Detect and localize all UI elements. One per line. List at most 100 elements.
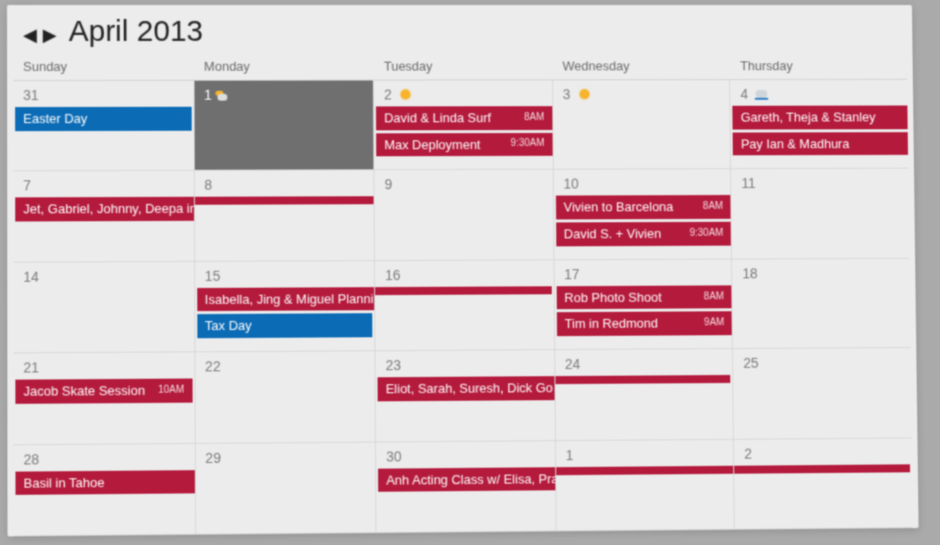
day-number-row: 28 — [13, 446, 194, 470]
calendar-event[interactable]: Eliot, Sarah, Suresh, Dick Go Sky Diving — [378, 376, 555, 401]
day-cell[interactable]: 10 Vivien to Barcelona8AM David S. + Vivie… — [554, 170, 733, 261]
calendar-event[interactable]: Vivien to Barcelona8AM — [556, 195, 731, 219]
day-number-row: 2 — [734, 440, 912, 463]
day-number: 22 — [205, 358, 221, 374]
calendar-event[interactable]: Basil in Tahoe — [15, 470, 194, 495]
day-number: 11 — [741, 175, 755, 191]
day-cell[interactable]: 7Jet, Gabriel, Johnny, Deepa in Santa Cr… — [13, 171, 195, 262]
weekday-header: Tuesday — [374, 55, 553, 81]
event-label: Tax Day — [205, 318, 252, 334]
event-time: 8AM — [703, 201, 723, 213]
calendar-event[interactable]: Anh Acting Class w/ Elisa, Prashant, Jus… — [378, 467, 555, 492]
day-number: 30 — [386, 448, 402, 464]
day-number: 17 — [564, 266, 579, 282]
day-cell[interactable]: 2 David & Linda Surf8AM Max Deployment 9:30… — [374, 80, 554, 170]
calendar-event[interactable]: Gareth, Theja & Stanley — [733, 105, 908, 129]
day-cell[interactable]: 30 Anh Acting Class w/ Elisa, Prashant, J… — [376, 441, 556, 533]
day-cell[interactable]: 11 — [731, 169, 909, 259]
day-number-row: 23 — [376, 352, 555, 375]
event-label: Gareth, Theja & Stanley — [741, 110, 876, 126]
weekday-header: Wednesday — [553, 54, 731, 80]
calendar-event[interactable] — [556, 465, 734, 474]
day-number: 10 — [563, 176, 578, 192]
day-number-row: 24 — [555, 351, 733, 374]
day-cell[interactable]: 1 — [194, 81, 374, 172]
calendar-event[interactable] — [734, 464, 910, 473]
calendar-event[interactable]: Tim in Redmond9AM — [557, 312, 732, 337]
next-month-button[interactable]: ▶ — [41, 24, 59, 46]
calendar-event[interactable]: Max Deployment 9:30AM — [376, 133, 552, 157]
calendar-event[interactable]: Pay Ian & Madhura — [733, 132, 908, 156]
event-label: Pay Ian & Madhura — [741, 136, 850, 152]
day-number-row: 14 — [13, 264, 194, 287]
event-label: Easter Day — [23, 111, 87, 127]
event-time: 9AM — [704, 317, 724, 329]
prev-month-button[interactable]: ◀ — [21, 24, 39, 46]
day-number: 29 — [205, 449, 221, 465]
day-number: 2 — [384, 87, 392, 103]
calendar-event[interactable] — [555, 375, 730, 384]
day-number: 18 — [742, 265, 757, 281]
day-cell[interactable]: 17 Rob Photo Shoot8AM Tim in Redmond9AM — [554, 259, 733, 350]
day-cell[interactable]: 4 Gareth, Theja & Stanley Pay Ian & Madhur… — [730, 80, 908, 170]
day-cell[interactable]: 25 — [733, 348, 911, 439]
event-time: 9:30AM — [690, 228, 724, 240]
day-cell[interactable]: 8 — [194, 171, 375, 262]
calendar-event[interactable]: Jet, Gabriel, Johnny, Deepa in Santa Cru… — [15, 197, 193, 221]
day-cell[interactable]: 22 — [195, 351, 376, 443]
day-number: 1 — [204, 87, 212, 103]
day-number-row: 2 — [374, 82, 552, 104]
calendar-event[interactable]: David & Linda Surf8AM — [376, 106, 552, 130]
calendar-event[interactable]: Isabella, Jing & Miguel Planning Session — [197, 287, 375, 312]
day-number: 3 — [563, 86, 571, 102]
day-cell[interactable]: 31 Easter Day — [13, 81, 194, 172]
day-number: 21 — [23, 360, 39, 376]
day-number-row: 17 — [554, 261, 731, 284]
event-time: 8AM — [524, 112, 544, 124]
day-number: 1 — [566, 447, 574, 463]
day-number-row: 11 — [731, 171, 908, 193]
day-number-row: 21 — [13, 355, 194, 378]
calendar-event[interactable] — [195, 197, 374, 206]
day-cell[interactable]: 16 — [375, 260, 555, 351]
day-number: 23 — [386, 357, 402, 373]
event-label: Max Deployment — [384, 137, 480, 153]
day-cell[interactable]: 2 — [734, 438, 913, 530]
day-number: 28 — [23, 451, 39, 467]
event-time: 9:30AM — [511, 138, 545, 150]
calendar-event[interactable] — [375, 286, 551, 295]
day-cell[interactable]: 9 — [375, 170, 555, 261]
calendar-event[interactable]: Rob Photo Shoot8AM — [556, 285, 731, 309]
day-cell[interactable]: 3 — [553, 80, 732, 170]
event-label: Jet, Gabriel, Johnny, Deepa in Santa Cru… — [23, 201, 193, 217]
calendar-event[interactable]: Easter Day — [15, 107, 191, 131]
day-number-row: 15 — [195, 263, 374, 286]
day-number-row: 1 — [556, 441, 734, 464]
day-number-row: 9 — [375, 172, 553, 194]
day-cell[interactable]: 1 — [556, 439, 735, 531]
day-cell[interactable]: 21 Jacob Skate Session10AM — [13, 353, 195, 445]
day-cell[interactable]: 29 — [195, 442, 376, 535]
day-cell[interactable]: 14 — [13, 262, 195, 354]
calendar-event[interactable]: Tax Day — [197, 314, 373, 339]
day-cell[interactable]: 15 Isabella, Jing & Miguel Planning Sessi… — [195, 261, 376, 353]
event-label: Rob Photo Shoot — [564, 289, 661, 305]
month-nav: ◀ ▶ — [21, 24, 59, 46]
day-number: 15 — [205, 268, 221, 284]
weekday-header: Thursday — [730, 54, 907, 80]
day-cell[interactable]: 23 Eliot, Sarah, Suresh, Dick Go Sky Divi… — [376, 350, 556, 442]
day-number-row: 31 — [13, 83, 193, 105]
rain-icon — [754, 86, 770, 102]
calendar-event[interactable]: David S. + Vivien9:30AM — [556, 222, 731, 246]
day-number: 8 — [204, 177, 212, 193]
day-number-row: 4 — [731, 82, 908, 104]
calendar-event[interactable]: Jacob Skate Session10AM — [15, 379, 192, 404]
weekday-header-row: SundayMondayTuesdayWednesdayThursday — [7, 54, 913, 81]
day-cell[interactable]: 24 — [555, 349, 734, 441]
sun-icon — [576, 86, 592, 102]
day-cell[interactable]: 28 Basil in Tahoe — [13, 444, 195, 537]
weekday-header: Sunday — [13, 55, 194, 81]
event-label: Anh Acting Class w/ Elisa, Prashant, Jus… — [386, 470, 555, 488]
day-number: 24 — [565, 356, 580, 372]
day-cell[interactable]: 18 — [732, 259, 910, 350]
